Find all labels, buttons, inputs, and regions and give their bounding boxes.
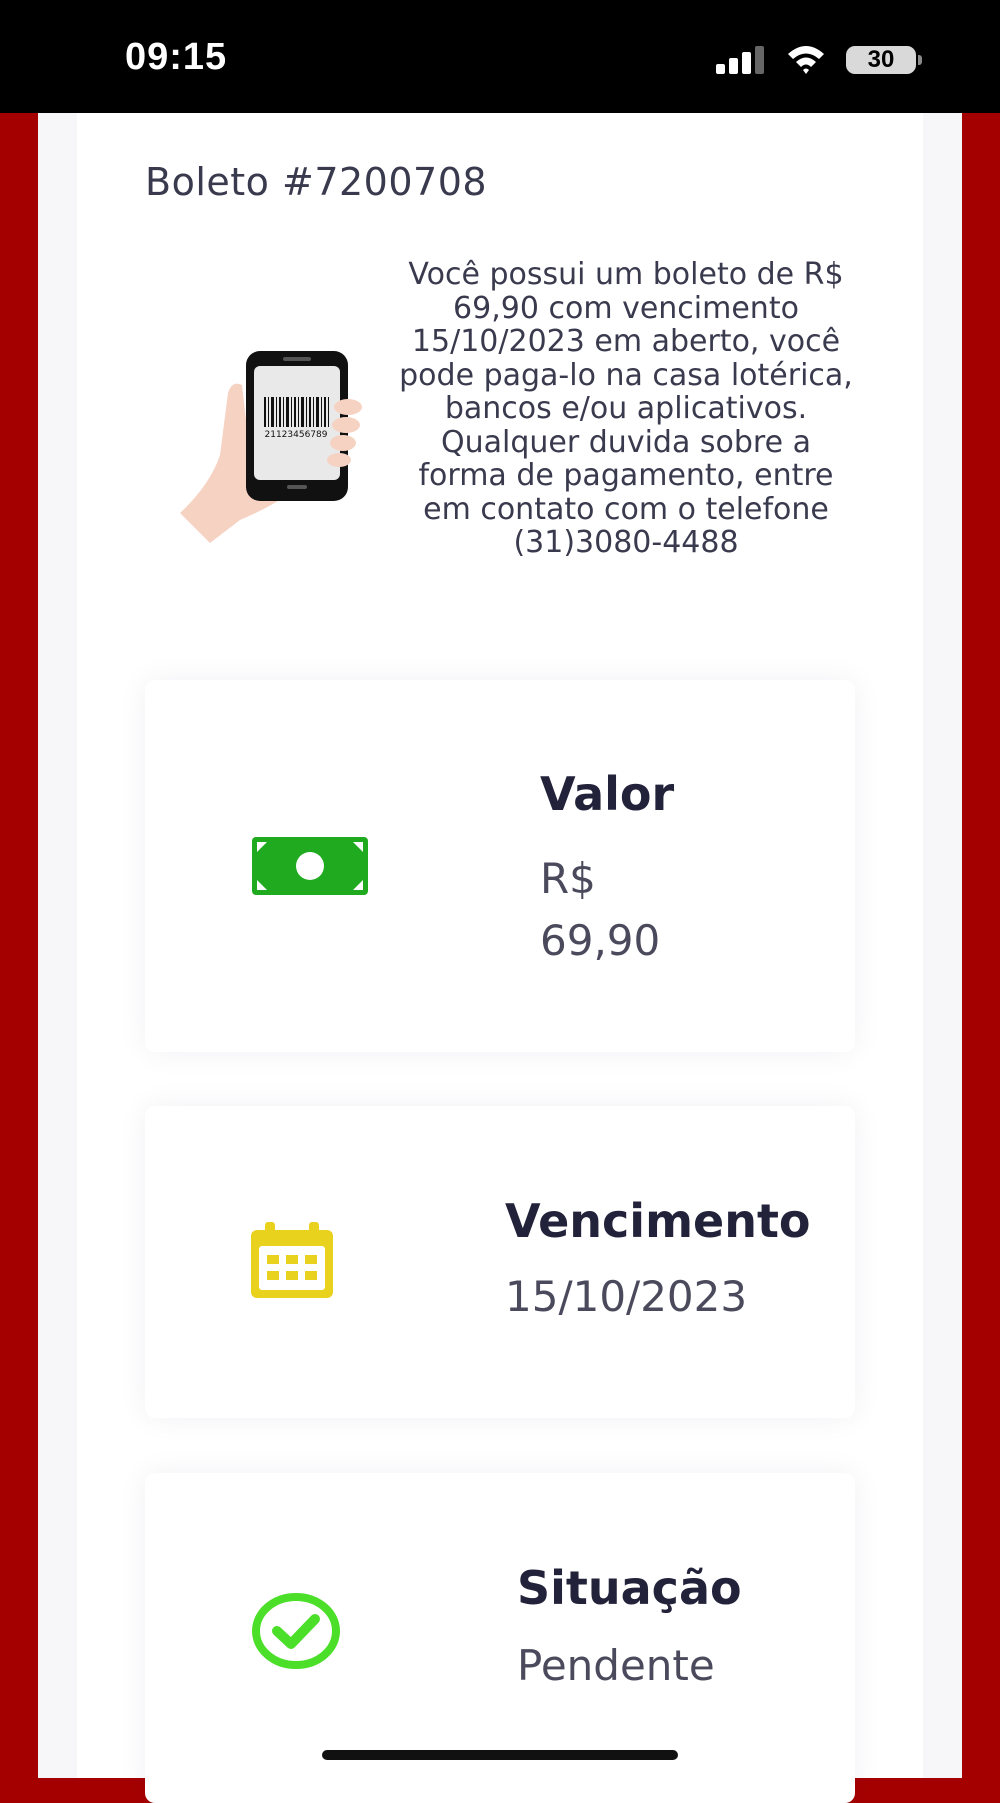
battery-tip [918,55,922,65]
vencimento-card: Vencimento 15/10/2023 [145,1106,855,1418]
valor-label: Valor [540,767,675,821]
situacao-value: Pendente [517,1641,715,1690]
vencimento-label: Vencimento [505,1194,811,1248]
status-bar: 09:15 30 [0,0,1000,113]
status-time: 09:15 [125,36,228,78]
valor-amount: 69,90 [540,916,661,965]
calendar-icon [251,1222,333,1298]
boleto-title: Boleto #7200708 [145,160,488,204]
boleto-info-text: Você possui um boleto de R$ 69,90 com ve… [399,257,853,560]
battery-level: 30 [867,46,895,73]
vencimento-value: 15/10/2023 [505,1272,748,1321]
signal-icon [716,46,764,74]
situacao-label: Situação [517,1561,742,1615]
barcode-number: 21123456789 [265,430,328,440]
check-circle-icon [252,1593,340,1669]
valor-currency: R$ [540,854,596,903]
home-indicator[interactable] [322,1750,678,1760]
phone-barcode-illustration: 21123456789 [180,351,362,543]
battery-icon: 30 [846,46,916,74]
valor-card: Valor R$ 69,90 [145,680,855,1052]
wifi-icon [788,46,824,74]
money-bill-icon [252,837,368,895]
